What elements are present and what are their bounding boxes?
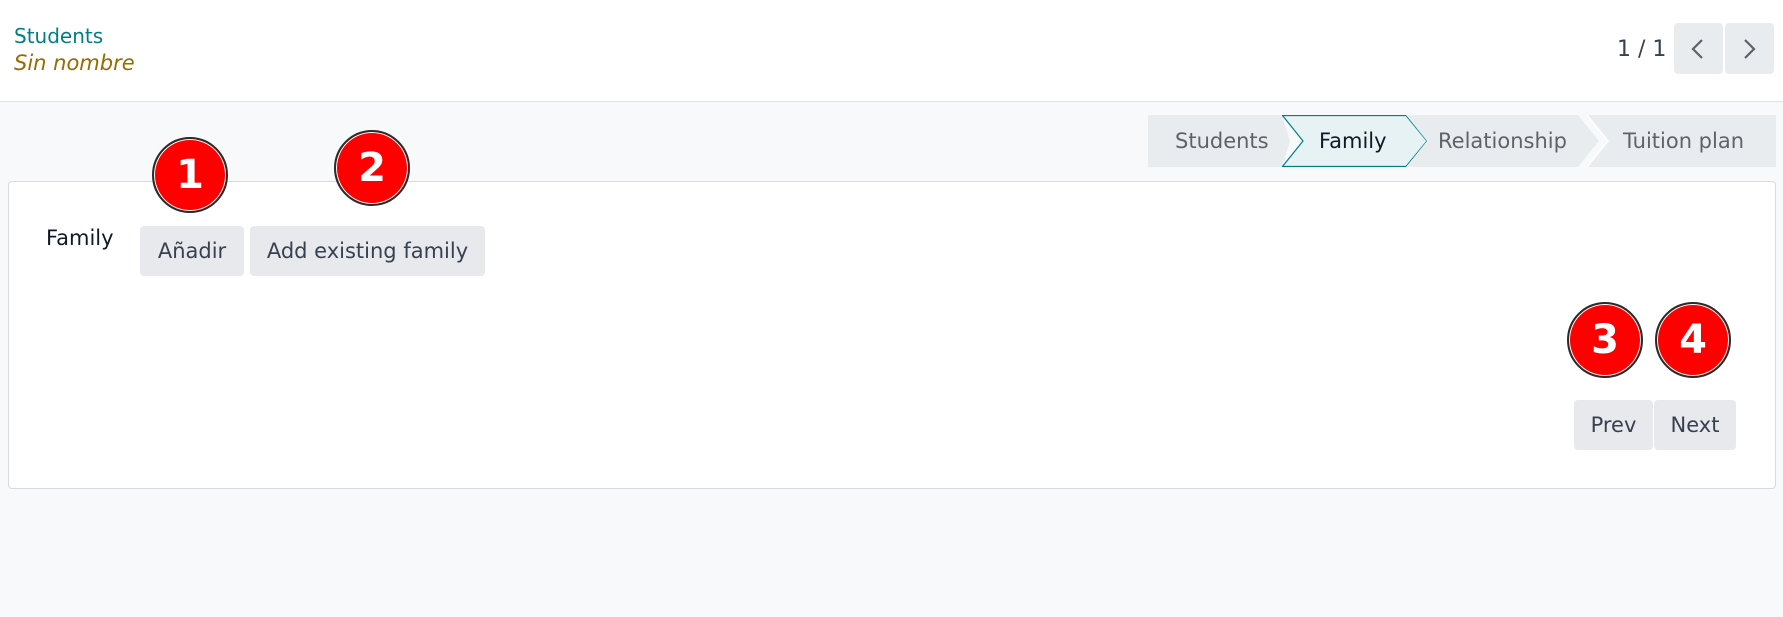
pager-counter[interactable]: 1 / 1 [1617, 37, 1666, 62]
annotation-marker: 3 [1567, 302, 1643, 378]
annotation-marker: 1 [152, 137, 228, 213]
status-step-relationship[interactable]: Relationship [1406, 115, 1600, 167]
annotation-marker: 4 [1655, 302, 1731, 378]
chevron-right-icon [1744, 39, 1756, 59]
status-step-label: Tuition plan [1623, 129, 1745, 153]
control-panel: Students Sin nombre 1 / 1 [0, 0, 1783, 102]
pager-previous-button[interactable] [1674, 23, 1723, 74]
chevron-left-icon [1691, 39, 1703, 59]
breadcrumb-students[interactable]: Students [14, 24, 103, 48]
status-step-label: Family [1319, 129, 1387, 153]
pager-next-button[interactable] [1725, 23, 1774, 74]
status-step-label: Relationship [1438, 129, 1567, 153]
status-step-tuition-plan[interactable]: Tuition plan [1587, 115, 1776, 167]
family-field-label: Family [46, 226, 114, 250]
annotation-marker: 2 [334, 130, 410, 206]
add-button[interactable]: Añadir [140, 226, 244, 276]
prev-button[interactable]: Prev [1574, 400, 1653, 450]
record-name: Sin nombre [14, 51, 135, 75]
statusbar: Students Family Relationship Tuition pla… [1148, 115, 1776, 167]
status-step-students[interactable]: Students [1148, 115, 1290, 167]
add-existing-family-button[interactable]: Add existing family [250, 226, 485, 276]
status-step-label: Students [1175, 129, 1269, 153]
next-button[interactable]: Next [1654, 400, 1736, 450]
